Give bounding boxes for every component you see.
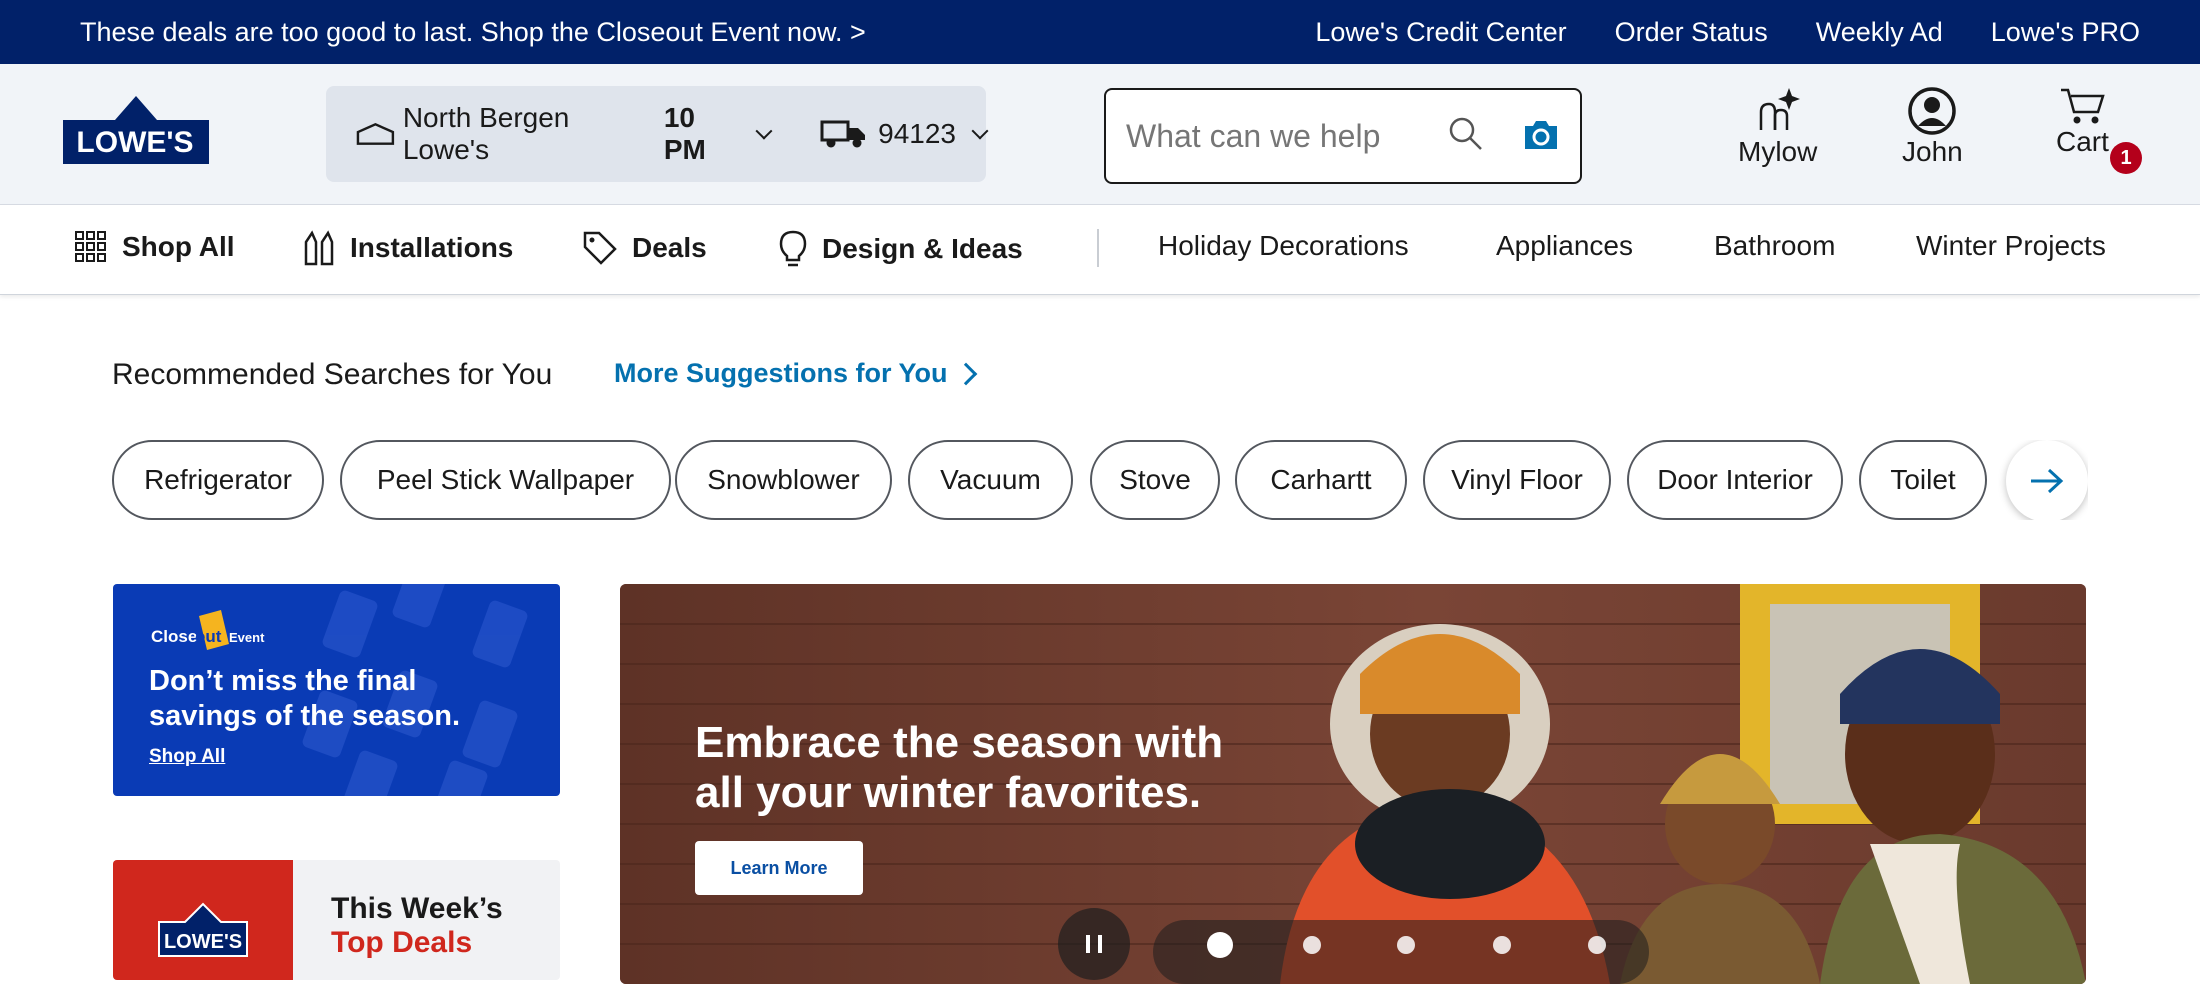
carousel-dot-4[interactable] <box>1493 936 1511 954</box>
nav-deals[interactable]: Deals <box>582 230 707 266</box>
account-label: John <box>1902 136 1963 167</box>
weekly-deals-card[interactable]: LOWE'S This Week’s Top Deals <box>113 860 560 980</box>
nav-label: Appliances <box>1496 230 1633 261</box>
delivery-zip-selector[interactable]: 94123 <box>820 118 989 150</box>
nav-appliances[interactable]: Appliances <box>1496 230 1633 262</box>
chevron-right-icon <box>954 362 977 385</box>
chips-next-button[interactable] <box>2006 440 2088 520</box>
hero-learn-more-button[interactable]: Learn More <box>695 841 863 895</box>
store-selector-box: North Bergen Lowe's 10 PM 94123 <box>326 86 989 182</box>
store-selector[interactable]: North Bergen Lowe's 10 PM <box>356 102 773 166</box>
grid-icon <box>75 231 106 262</box>
deals-title-line1: This Week’s <box>331 892 503 925</box>
nav-bathroom[interactable]: Bathroom <box>1714 230 1835 262</box>
svg-text:out: out <box>195 627 222 646</box>
deals-lowes-logo: LOWE'S <box>158 902 248 957</box>
chevron-down-icon <box>971 122 989 140</box>
weekly-ad-link[interactable]: Weekly Ad <box>1816 17 1943 48</box>
more-suggestions-label: More Suggestions for You <box>614 358 948 388</box>
cart-button[interactable]: Cart <box>2056 86 2109 158</box>
zip-code: 94123 <box>878 118 956 149</box>
svg-text:LOWE'S: LOWE'S <box>164 931 242 953</box>
search-chip[interactable]: Stove <box>1090 440 1220 520</box>
nav-label: Shop All <box>122 231 235 262</box>
recommended-searches-title: Recommended Searches for You <box>112 358 553 391</box>
carousel-dot-2[interactable] <box>1303 936 1321 954</box>
deals-title-line2: Top Deals <box>331 926 473 959</box>
price-tag-icon <box>583 231 617 265</box>
closeout-headline: Don’t miss the final savings of the seas… <box>149 665 461 732</box>
mylow-button[interactable]: Mylow <box>1738 86 1817 168</box>
search-chip[interactable]: Vacuum <box>908 440 1073 520</box>
pause-icon-bar <box>1098 935 1102 953</box>
closeout-event-brand: Close out Event <box>149 604 279 668</box>
site-header: LOWE'S North Bergen Lowe's 10 PM 94123 W… <box>0 64 2200 205</box>
carousel-dot-5[interactable] <box>1588 936 1606 954</box>
hero-banner[interactable]: Embrace the season with all your winter … <box>620 584 2086 984</box>
carousel-pause-button[interactable] <box>1058 908 1130 980</box>
user-icon <box>1908 87 1957 135</box>
hero-headline: Embrace the season with all your winter … <box>695 718 1224 817</box>
promo-bar: These deals are too good to last. Shop t… <box>0 0 2200 64</box>
search-chip[interactable]: Refrigerator <box>112 440 324 520</box>
store-hours: 10 PM <box>663 102 706 165</box>
carousel-dot-3[interactable] <box>1397 936 1415 954</box>
search-chip[interactable]: Door Interior <box>1627 440 1843 520</box>
nav-design-ideas[interactable]: Design & Ideas <box>778 230 1023 268</box>
nav-label: Installations <box>350 232 514 263</box>
search-box <box>1104 88 1582 184</box>
svg-text:Close: Close <box>151 627 197 646</box>
search-chip[interactable]: Peel Stick Wallpaper <box>340 440 671 520</box>
camera-icon[interactable] <box>1522 118 1560 152</box>
closeout-shop-all-link[interactable]: Shop All <box>149 746 225 768</box>
store-icon <box>356 122 395 145</box>
nav-label: Deals <box>632 232 707 263</box>
nav-holiday-decorations[interactable]: Holiday Decorations <box>1158 230 1409 262</box>
closeout-promo-link[interactable]: These deals are too good to last. Shop t… <box>80 17 866 48</box>
mylow-label: Mylow <box>1738 136 1818 167</box>
truck-icon <box>820 120 866 148</box>
cart-count-badge: 1 <box>2110 142 2142 174</box>
search-input[interactable] <box>1126 117 1396 155</box>
lightbulb-icon <box>779 230 807 267</box>
nav-shop-all[interactable]: Shop All <box>74 230 235 264</box>
more-suggestions-link[interactable]: More Suggestions for You <box>614 358 977 389</box>
main-navigation: Shop All Installations Deals Design & Id… <box>0 205 2200 295</box>
mylow-sparkle-icon <box>1759 88 1800 130</box>
cart-label: Cart <box>2056 126 2109 157</box>
lowes-logo[interactable]: LOWE'S <box>63 96 209 164</box>
logo-text: LOWE'S <box>76 126 193 159</box>
nav-winter-projects[interactable]: Winter Projects <box>1916 230 2106 262</box>
credit-center-link[interactable]: Lowe's Credit Center <box>1315 17 1566 48</box>
search-chip[interactable]: Toilet <box>1859 440 1987 520</box>
pause-icon-bar <box>1086 935 1090 953</box>
nav-divider <box>1097 229 1099 267</box>
search-icon[interactable] <box>1448 116 1484 156</box>
arrow-right-icon <box>2031 468 2064 494</box>
cart-icon <box>2061 88 2106 124</box>
lowes-pro-link[interactable]: Lowe's PRO <box>1991 17 2140 48</box>
search-chip[interactable]: Snowblower <box>675 440 892 520</box>
installations-icon <box>304 230 334 266</box>
carousel-dot-1[interactable] <box>1207 932 1233 958</box>
search-chips: Refrigerator Peel Stick Wallpaper Snowbl… <box>112 440 2088 520</box>
chevron-down-icon <box>755 122 773 140</box>
account-button[interactable]: John <box>1902 86 1963 168</box>
nav-label: Winter Projects <box>1916 230 2106 261</box>
closeout-event-card[interactable]: Close out Event Don’t miss the final sav… <box>113 584 560 796</box>
deals-logo-panel: LOWE'S <box>113 860 293 980</box>
utility-links: Lowe's Credit Center Order Status Weekly… <box>1315 17 2140 48</box>
nav-label: Bathroom <box>1714 230 1836 261</box>
store-name: North Bergen Lowe's <box>402 102 570 165</box>
nav-label: Holiday Decorations <box>1158 230 1409 261</box>
search-chip[interactable]: Carhartt <box>1235 440 1407 520</box>
search-chip[interactable]: Vinyl Floor <box>1423 440 1611 520</box>
nav-installations[interactable]: Installations <box>302 230 513 266</box>
nav-label: Design & Ideas <box>822 233 1023 264</box>
closeout-logo: Close out Event <box>151 610 265 650</box>
order-status-link[interactable]: Order Status <box>1615 17 1768 48</box>
svg-text:Event: Event <box>229 630 265 645</box>
